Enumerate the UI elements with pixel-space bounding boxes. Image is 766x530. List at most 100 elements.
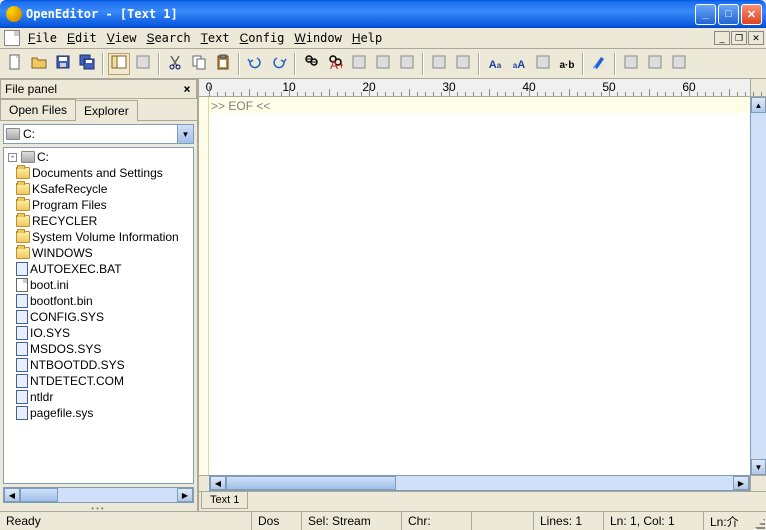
tree-item-label: NTBOOTDD.SYS xyxy=(30,358,125,372)
mdi-restore-button[interactable]: ❐ xyxy=(731,31,747,45)
open-button[interactable] xyxy=(28,53,50,75)
column-ruler: 0102030405060 xyxy=(199,79,766,97)
menu-help[interactable]: Help xyxy=(348,29,386,47)
sys-icon xyxy=(16,406,28,420)
panel-resize-grip[interactable]: ••• xyxy=(0,506,197,511)
status-chr: Chr: xyxy=(402,512,472,530)
paste-icon xyxy=(215,54,231,73)
paste-button[interactable] xyxy=(212,53,234,75)
lowercase-button[interactable]: aA xyxy=(508,53,530,75)
scroll-thumb[interactable] xyxy=(226,476,396,490)
tree-item[interactable]: pagefile.sys xyxy=(4,405,193,421)
file-tree[interactable]: -C:Documents and SettingsKSafeRecyclePro… xyxy=(3,147,194,484)
tree-item-label: WINDOWS xyxy=(32,246,93,260)
find-in-files-button[interactable]: A+B xyxy=(324,53,346,75)
scroll-up-icon[interactable]: ▲ xyxy=(751,97,766,113)
drive-label: C: xyxy=(23,127,35,141)
scroll-thumb[interactable] xyxy=(20,488,58,502)
status-lines: Lines: 1 xyxy=(534,512,604,530)
save-button[interactable] xyxy=(52,53,74,75)
scroll-left-icon[interactable]: ◀ xyxy=(210,476,226,490)
tree-item[interactable]: Program Files xyxy=(4,197,193,213)
tree-item[interactable]: -C: xyxy=(4,149,193,165)
menu-window[interactable]: Window xyxy=(290,29,345,47)
copy-path-button[interactable] xyxy=(132,53,154,75)
scroll-right-icon[interactable]: ▶ xyxy=(177,488,193,502)
tree-item[interactable]: Documents and Settings xyxy=(4,165,193,181)
save-icon xyxy=(55,54,71,73)
bookmark-button[interactable] xyxy=(396,53,418,75)
find-button[interactable] xyxy=(300,53,322,75)
folder-icon xyxy=(16,231,30,243)
toggle-panel-button[interactable] xyxy=(108,53,130,75)
minimize-button[interactable]: _ xyxy=(695,4,716,25)
tree-item[interactable]: IO.SYS xyxy=(4,325,193,341)
tree-expander[interactable]: - xyxy=(8,153,17,162)
tree-item[interactable]: bootfont.bin xyxy=(4,293,193,309)
document-tab[interactable]: Text 1 xyxy=(201,492,248,509)
scroll-left-icon[interactable]: ◀ xyxy=(4,488,20,502)
mdi-close-button[interactable]: ✕ xyxy=(748,31,764,45)
scroll-corner xyxy=(750,475,766,491)
sort-button[interactable] xyxy=(532,53,554,75)
scroll-down-icon[interactable]: ▼ xyxy=(751,459,766,475)
editor-text-area[interactable]: >> EOF << xyxy=(209,97,750,475)
menu-text[interactable]: Text xyxy=(197,29,234,47)
file-panel-tab-explorer[interactable]: Explorer xyxy=(75,100,138,121)
tree-item[interactable]: KSafeRecycle xyxy=(4,181,193,197)
close-button[interactable]: ✕ xyxy=(741,4,762,25)
toolbar: A+B AaaA a·b xyxy=(0,49,766,79)
mdi-minimize-button[interactable]: _ xyxy=(714,31,730,45)
indent-left-button[interactable] xyxy=(428,53,450,75)
file-panel-close-button[interactable]: × xyxy=(180,82,194,96)
tool1-button[interactable] xyxy=(620,53,642,75)
tree-item[interactable]: MSDOS.SYS xyxy=(4,341,193,357)
highlight-button[interactable] xyxy=(588,53,610,75)
menu-file[interactable]: File xyxy=(24,29,61,47)
menu-config[interactable]: Config xyxy=(236,29,289,47)
toggle-panel-icon xyxy=(111,54,127,73)
mdi-doc-icon[interactable] xyxy=(4,30,20,46)
tool2-button[interactable] xyxy=(644,53,666,75)
tool3-button[interactable] xyxy=(668,53,690,75)
tree-item[interactable]: NTDETECT.COM xyxy=(4,373,193,389)
tree-item[interactable]: ntldr xyxy=(4,389,193,405)
new-button[interactable] xyxy=(4,53,26,75)
uppercase-icon: Aa xyxy=(489,57,501,71)
tree-item[interactable]: NTBOOTDD.SYS xyxy=(4,357,193,373)
tree-item[interactable]: AUTOEXEC.BAT xyxy=(4,261,193,277)
menu-view[interactable]: View xyxy=(103,29,141,47)
editor-vscrollbar[interactable]: ▲ ▼ xyxy=(750,97,766,475)
file-panel-tabs: Open FilesExplorer xyxy=(0,99,197,121)
find-next-button[interactable] xyxy=(372,53,394,75)
tree-item[interactable]: RECYCLER xyxy=(4,213,193,229)
copy-button[interactable] xyxy=(188,53,210,75)
editor-hscrollbar[interactable]: ◀ ▶ xyxy=(209,475,750,491)
menu-search[interactable]: Search xyxy=(142,29,194,47)
tree-item[interactable]: CONFIG.SYS xyxy=(4,309,193,325)
tree-item[interactable]: boot.ini xyxy=(4,277,193,293)
tree-item-label: CONFIG.SYS xyxy=(30,310,104,324)
file-tree-hscrollbar[interactable]: ◀ ▶ xyxy=(3,487,194,503)
redo-button[interactable] xyxy=(268,53,290,75)
cut-button[interactable] xyxy=(164,53,186,75)
sys-icon xyxy=(16,262,28,276)
file-panel-tab-open-files[interactable]: Open Files xyxy=(0,99,76,120)
undo-button[interactable] xyxy=(244,53,266,75)
tree-item[interactable]: WINDOWS xyxy=(4,245,193,261)
menu-edit[interactable]: Edit xyxy=(63,29,101,47)
drive-combobox[interactable]: C: ▼ xyxy=(3,124,194,144)
sort-icon xyxy=(535,54,551,73)
save-all-button[interactable] xyxy=(76,53,98,75)
drive-dropdown-button[interactable]: ▼ xyxy=(177,125,193,143)
resize-grip[interactable] xyxy=(750,512,766,530)
uppercase-button[interactable]: Aa xyxy=(484,53,506,75)
lowercase-icon: aA xyxy=(513,57,525,71)
tree-item[interactable]: System Volume Information xyxy=(4,229,193,245)
scroll-right-icon[interactable]: ▶ xyxy=(733,476,749,490)
find-prev-button[interactable] xyxy=(348,53,370,75)
indent-right-button[interactable] xyxy=(452,53,474,75)
maximize-button[interactable]: □ xyxy=(718,4,739,25)
word-icon: a·b xyxy=(560,57,575,71)
word-button[interactable]: a·b xyxy=(556,53,578,75)
